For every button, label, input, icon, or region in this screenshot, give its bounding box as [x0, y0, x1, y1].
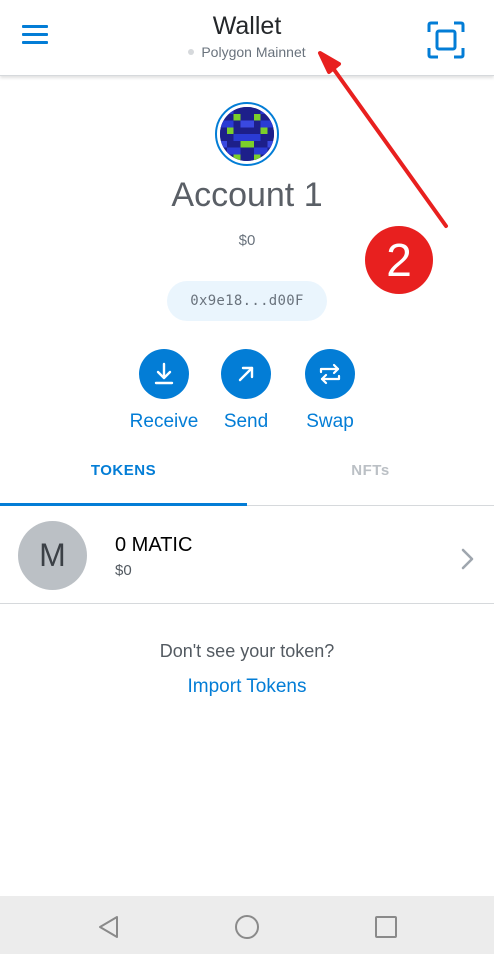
- download-arrow-icon: [139, 349, 189, 399]
- home-circle-icon[interactable]: [233, 913, 261, 941]
- network-selector[interactable]: Polygon Mainnet: [188, 42, 306, 62]
- account-avatar[interactable]: [215, 102, 279, 166]
- system-navbar: [0, 896, 494, 954]
- back-triangle-icon[interactable]: [95, 913, 123, 941]
- swap-button[interactable]: Swap: [285, 349, 375, 434]
- chevron-right-icon: [459, 547, 477, 571]
- active-tab-indicator: [0, 503, 247, 506]
- account-name[interactable]: Account 1: [0, 172, 494, 218]
- send-label: Send: [223, 411, 269, 432]
- receive-button[interactable]: Receive: [119, 349, 209, 434]
- tab-nfts[interactable]: NFTs: [247, 448, 494, 506]
- token-list-item[interactable]: M 0 MATIC $0: [0, 507, 494, 604]
- qr-scan-icon[interactable]: [426, 20, 466, 60]
- app-header: Wallet Polygon Mainnet: [0, 0, 494, 76]
- account-address-pill[interactable]: 0x9e18...d00F: [167, 281, 327, 321]
- page-title: Wallet: [212, 12, 282, 40]
- token-amount: 0 MATIC: [115, 534, 193, 556]
- token-fiat-value: $0: [115, 562, 132, 579]
- tab-tokens[interactable]: TOKENS: [0, 448, 247, 506]
- network-name: Polygon Mainnet: [201, 44, 306, 60]
- import-tokens-link[interactable]: Import Tokens: [0, 676, 494, 698]
- swap-arrows-icon: [305, 349, 355, 399]
- receive-label: Receive: [129, 411, 199, 432]
- identicon-icon: [220, 107, 274, 161]
- missing-token-prompt: Don't see your token?: [159, 641, 335, 661]
- asset-tabs: TOKENS NFTs: [0, 448, 494, 506]
- diagonal-arrow-icon: [221, 349, 271, 399]
- recents-square-icon[interactable]: [372, 913, 400, 941]
- swap-label: Swap: [306, 411, 354, 432]
- token-initial-avatar: M: [18, 521, 87, 590]
- network-status-dot: [188, 49, 195, 55]
- annotation-step-badge: 2: [365, 226, 433, 294]
- send-button[interactable]: Send: [201, 349, 291, 434]
